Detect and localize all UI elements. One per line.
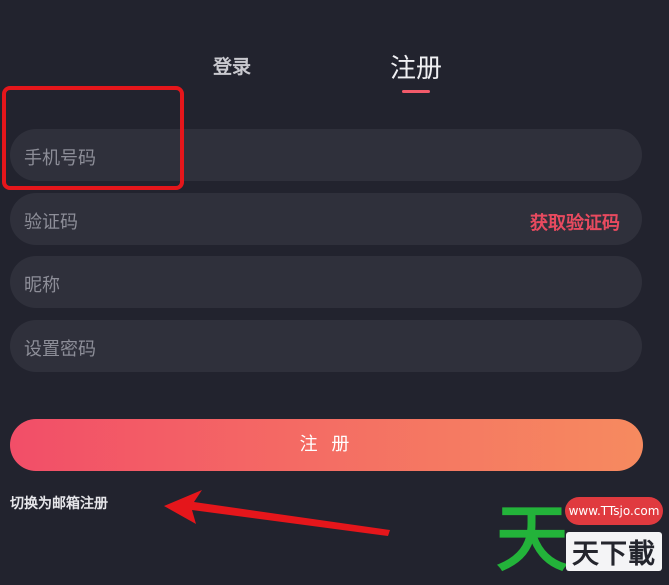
active-tab-indicator <box>402 90 430 93</box>
watermark-url: www.TTsjo.com <box>565 497 663 525</box>
verification-code-input[interactable]: 验证码 获取验证码 <box>10 193 642 245</box>
switch-to-email-link[interactable]: 切换为邮箱注册 <box>10 493 108 513</box>
password-placeholder: 设置密码 <box>24 339 96 360</box>
tab-login[interactable]: 登录 <box>213 52 251 79</box>
code-placeholder: 验证码 <box>24 212 78 233</box>
watermark-logo-icon: 天 <box>496 497 569 581</box>
watermark-site-name: 天下載 <box>566 532 662 571</box>
register-button[interactable]: 注 册 <box>10 419 643 471</box>
nickname-input[interactable]: 昵称 <box>10 256 642 308</box>
annotation-highlight-box <box>2 86 184 190</box>
annotation-arrow-icon <box>164 490 390 536</box>
get-code-button[interactable]: 获取验证码 <box>530 209 620 235</box>
nickname-placeholder: 昵称 <box>24 275 60 296</box>
password-input[interactable]: 设置密码 <box>10 320 642 372</box>
tab-register[interactable]: 注册 <box>390 48 442 85</box>
